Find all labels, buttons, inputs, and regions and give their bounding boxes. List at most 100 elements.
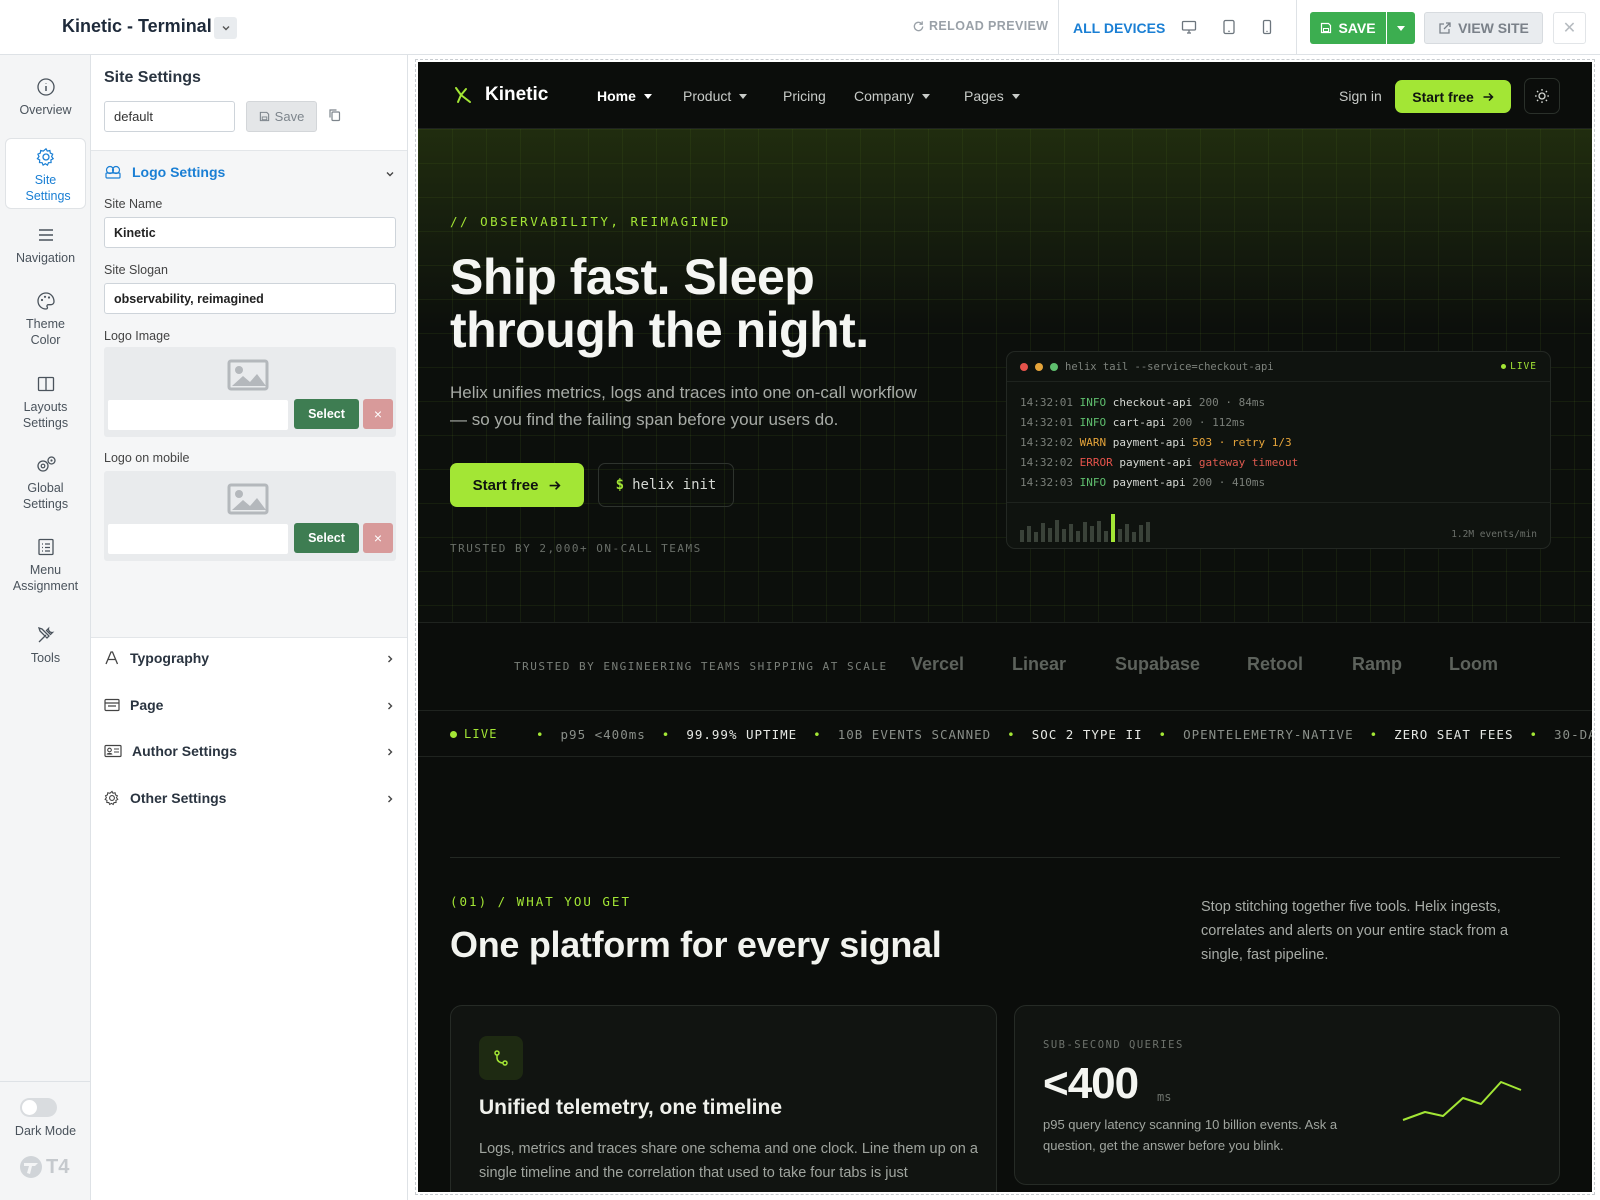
gear-icon — [104, 790, 119, 806]
save-button[interactable]: SAVE — [1310, 12, 1386, 44]
view-site-button[interactable]: VIEW SITE — [1424, 12, 1543, 44]
prompt-symbol: $ — [615, 477, 625, 493]
log-line: 14:32:02 ERROR payment-api gateway timeo… — [1020, 456, 1298, 469]
log-service: payment-api — [1112, 436, 1186, 449]
ticker-bullet: • — [536, 727, 545, 742]
spark-bar — [1104, 531, 1108, 542]
ticker-item: ZERO SEAT FEES — [1394, 727, 1514, 742]
rail-item-theme-color[interactable]: Theme Color — [5, 291, 86, 357]
rail-item-global-settings[interactable]: Global Settings — [5, 455, 86, 521]
preset-save-button[interactable]: Save — [246, 101, 317, 132]
rail-item-navigation[interactable]: Navigation — [5, 225, 86, 277]
logo-strip: TRUSTED BY ENGINEERING TEAMS SHIPPING AT… — [418, 623, 1592, 711]
hero-start-label: Start free — [472, 476, 539, 494]
ticker-item: 10B EVENTS SCANNED — [837, 727, 992, 742]
logo-image-remove-button[interactable]: × — [363, 399, 393, 429]
save-label: SAVE — [1338, 20, 1376, 36]
ticker-item: 99.99% UPTIME — [686, 727, 798, 742]
log-detail: · retry 1/3 — [1218, 436, 1292, 449]
typography-section[interactable]: Typography — [91, 635, 407, 681]
terminal-command: helix tail --service=checkout-api — [1065, 361, 1274, 373]
spark-bar — [1062, 529, 1066, 542]
rail-item-site-settings[interactable]: Site Settings — [5, 138, 86, 209]
logo-mobile-select-button[interactable]: Select — [294, 523, 359, 553]
page-section[interactable]: Page — [91, 682, 407, 728]
spark-bar — [1132, 532, 1136, 542]
stat-unit: ms — [1157, 1090, 1172, 1104]
all-devices-button[interactable]: ALL DEVICES — [1073, 20, 1165, 36]
spark-bar — [1090, 526, 1094, 542]
helix-init-command-button[interactable]: $ helix init — [598, 463, 734, 507]
floppy-icon — [1321, 22, 1332, 34]
rail-item-tools[interactable]: Tools — [5, 625, 86, 677]
spark-bar — [1146, 522, 1150, 542]
rail-label: Menu Assignment — [12, 563, 79, 593]
logo-mobile-url-field[interactable] — [108, 524, 288, 554]
logo-settings-label: Logo Settings — [132, 164, 226, 180]
page-title: Kinetic - Terminal — [62, 16, 212, 36]
logo-settings-header[interactable]: Logo Settings — [104, 164, 225, 180]
chevron-right-icon — [388, 748, 393, 756]
preset-input[interactable] — [104, 101, 235, 132]
customer-logo: Retool — [1247, 654, 1303, 674]
t4-brand-text: T4 — [46, 1155, 70, 1178]
window-dot-red — [1020, 363, 1028, 371]
close-button[interactable]: ✕ — [1553, 12, 1586, 44]
tablet-icon[interactable] — [1222, 19, 1236, 35]
nav-home[interactable]: Home — [597, 88, 652, 104]
page-icon — [104, 698, 120, 712]
title-dropdown-button[interactable] — [214, 17, 237, 39]
logo-mobile-remove-button[interactable]: × — [363, 523, 393, 553]
nav-label: Pages — [964, 88, 1004, 104]
theme-toggle-button[interactable] — [1524, 78, 1560, 114]
nav-pricing[interactable]: Pricing — [783, 88, 826, 104]
site-brand[interactable]: Kinetic — [453, 84, 548, 106]
reload-preview-button[interactable]: RELOAD PREVIEW — [912, 19, 1049, 33]
sign-in-link[interactable]: Sign in — [1339, 88, 1382, 104]
typography-icon — [105, 651, 119, 665]
log-status: 200 — [1198, 396, 1219, 409]
feature-card-text: Logs, metrics and traces share one schem… — [479, 1141, 978, 1181]
ticker-item: OPENTELEMETRY-NATIVE — [1183, 727, 1354, 742]
nav-company[interactable]: Company — [854, 88, 930, 104]
log-time: 14:32:01 — [1020, 396, 1073, 409]
log-time: 14:32:01 — [1020, 416, 1073, 429]
spark-bar — [1069, 524, 1073, 542]
section-title: One platform for every signal — [450, 924, 942, 965]
copy-icon[interactable] — [328, 108, 341, 122]
site-name-input[interactable] — [104, 217, 396, 248]
rail-item-menu-assignment[interactable]: Menu Assignment — [5, 537, 86, 603]
logo-image-url-field[interactable] — [108, 400, 288, 430]
log-status: 200 — [1192, 476, 1213, 489]
other-settings-section[interactable]: Other Settings — [91, 775, 407, 821]
nav-pages[interactable]: Pages — [964, 88, 1020, 104]
customer-logo: Vercel — [911, 654, 965, 674]
spark-bar — [1027, 526, 1031, 542]
left-rail: Overview Site Settings Navigation Theme … — [0, 55, 91, 1200]
nav-start-free-button[interactable]: Start free — [1395, 80, 1511, 113]
terminal-live-badge: LIVE — [1501, 361, 1537, 372]
log-service: checkout-api — [1112, 396, 1193, 409]
rail-item-layouts[interactable]: Layouts Settings — [5, 374, 86, 440]
chevron-down-icon[interactable] — [385, 169, 395, 179]
palette-icon — [36, 292, 55, 310]
mobile-icon[interactable] — [1261, 19, 1273, 35]
rail-item-overview[interactable]: Overview — [5, 77, 86, 129]
log-detail: · 112ms — [1198, 416, 1246, 429]
hero-start-free-button[interactable]: Start free — [450, 463, 584, 507]
stat-value: <400 — [1043, 1059, 1139, 1108]
ticker-bullet: • — [1158, 727, 1168, 742]
close-icon: ✕ — [1562, 20, 1577, 37]
dark-mode-toggle[interactable] — [20, 1098, 57, 1117]
chevron-right-icon — [388, 795, 393, 803]
gears-icon — [36, 456, 56, 472]
window-dot-yellow — [1035, 363, 1043, 371]
author-settings-section[interactable]: Author Settings — [91, 728, 407, 774]
logo-image-select-button[interactable]: Select — [294, 399, 359, 429]
nav-product[interactable]: Product — [683, 88, 748, 104]
save-options-dropdown[interactable] — [1387, 12, 1415, 44]
site-slogan-input[interactable] — [104, 283, 396, 314]
desktop-icon[interactable] — [1181, 19, 1197, 35]
ticker-bullet: • — [1529, 727, 1539, 742]
log-line: 14:32:01 INFO checkout-api 200 · 84ms — [1020, 396, 1265, 409]
